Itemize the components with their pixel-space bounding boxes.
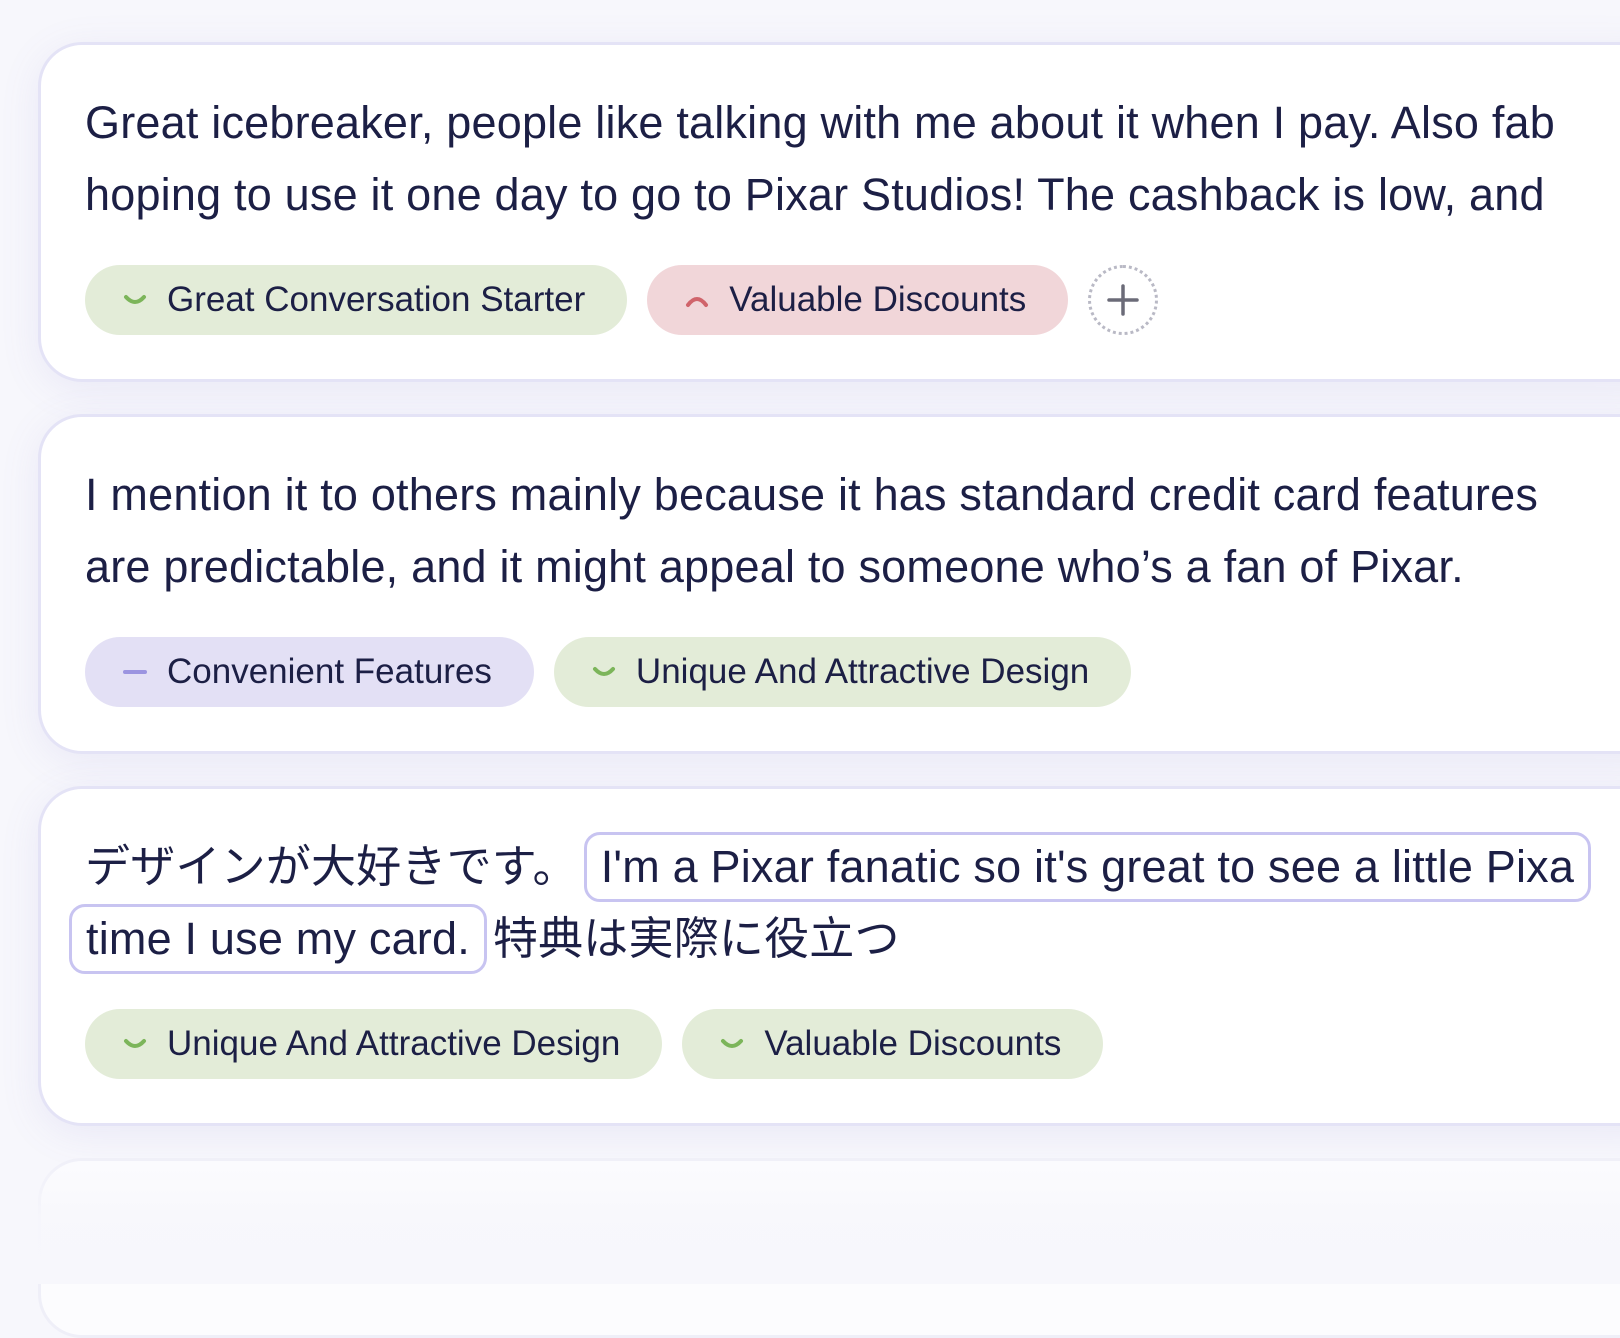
review-text-line: are predictable, and it might appeal to … (85, 541, 1464, 592)
tag-label: Great Conversation Starter (167, 280, 586, 319)
tag-label: Valuable Discounts (764, 1024, 1062, 1063)
review-text: I mention it to others mainly because it… (85, 459, 1620, 603)
tag-chip[interactable]: Unique And Attractive Design (553, 637, 1132, 707)
translation-highlight[interactable]: time I use my card. (69, 904, 487, 974)
tag-list: Convenient Features Unique And Attractiv… (85, 637, 1132, 707)
original-text: デザインが大好きです。 (85, 841, 578, 892)
plus-icon (1107, 284, 1140, 316)
review-card: I mention it to others mainly because it… (38, 414, 1620, 754)
frown-icon (686, 297, 709, 307)
tag-label: Convenient Features (167, 652, 492, 691)
tag-chip[interactable]: Valuable Discounts (682, 1009, 1104, 1079)
review-text-line: time I use my card. 特典は実際に役立つ (69, 903, 1620, 975)
smile-icon (721, 1039, 744, 1048)
tag-chip[interactable]: Convenient Features (85, 637, 534, 707)
smile-icon (592, 667, 615, 676)
tag-label: Valuable Discounts (729, 280, 1027, 319)
translation-highlight[interactable]: I'm a Pixar fanatic so it's great to see… (583, 832, 1592, 902)
review-card: デザインが大好きです。 I'm a Pixar fanatic so it's g… (38, 786, 1620, 1126)
tag-label: Unique And Attractive Design (635, 652, 1090, 691)
tag-chip[interactable]: Valuable Discounts (647, 265, 1069, 335)
tag-label: Unique And Attractive Design (167, 1024, 621, 1063)
original-text: 特典は実際に役立つ (492, 913, 900, 964)
review-text-line: hoping to use it one day to go to Pixar … (85, 169, 1545, 220)
tag-chip[interactable]: Unique And Attractive Design (85, 1009, 663, 1079)
review-text: デザインが大好きです。 I'm a Pixar fanatic so it's g… (69, 831, 1620, 975)
tag-list: Great Conversation Starter Valuable Disc… (85, 265, 1159, 335)
tag-chip[interactable]: Great Conversation Starter (85, 265, 628, 335)
scroll-fade (0, 1150, 1620, 1284)
tag-list: Unique And Attractive Design Valuable Di… (85, 1009, 1104, 1079)
review-text-line: Great icebreaker, people like talking wi… (85, 97, 1555, 148)
review-text-line: I mention it to others mainly because it… (85, 469, 1539, 520)
smile-icon (124, 295, 146, 304)
review-text-line: デザインが大好きです。 I'm a Pixar fanatic so it's g… (85, 831, 1620, 903)
add-tag-button[interactable] (1088, 265, 1159, 335)
smile-icon (124, 1039, 146, 1048)
review-text: Great icebreaker, people like talking wi… (85, 87, 1620, 231)
dash-icon (123, 670, 147, 674)
review-card: Great icebreaker, people like talking wi… (38, 42, 1620, 382)
